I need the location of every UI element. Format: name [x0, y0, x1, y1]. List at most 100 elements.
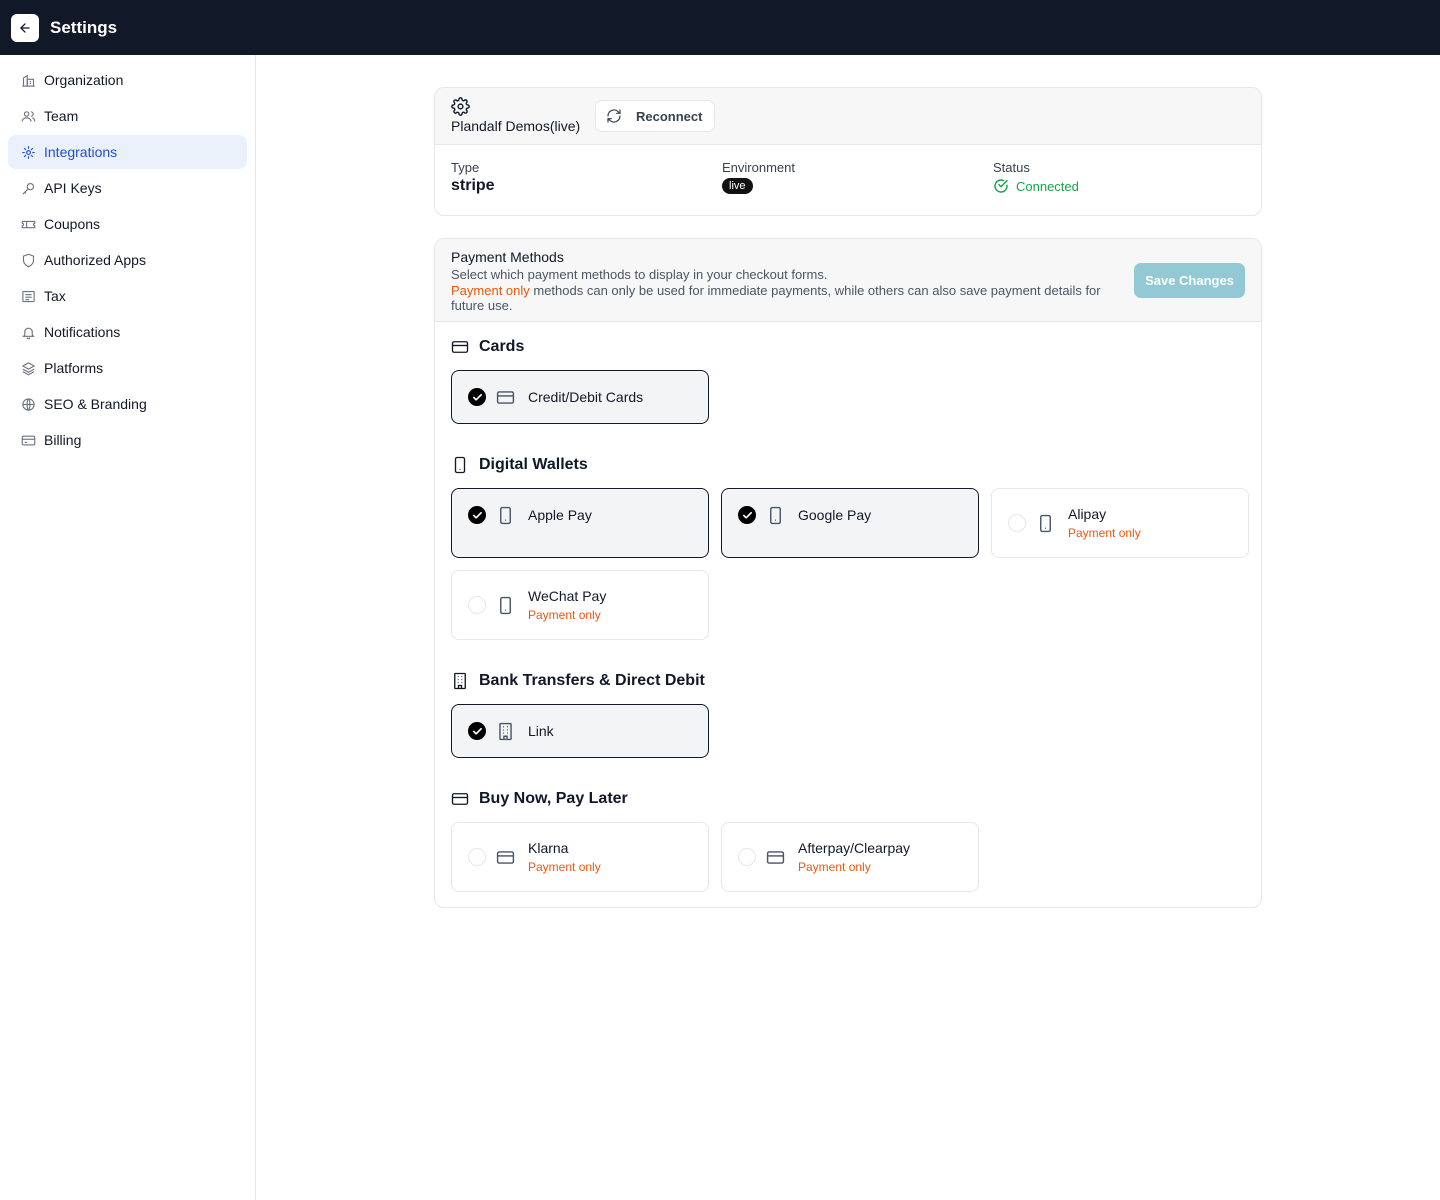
layers-icon [20, 360, 36, 376]
option-label: WeChat Pay [528, 588, 607, 604]
sidebar-item-label: Billing [44, 432, 82, 448]
section-cards: Cards [451, 338, 524, 356]
save-changes-button[interactable]: Save Changes [1134, 263, 1245, 298]
sidebar: Organization Team Integrations API Keys … [0, 55, 256, 1200]
checkbox[interactable] [1008, 514, 1026, 532]
credit-card-icon [496, 388, 515, 407]
ticket-icon [20, 216, 36, 232]
checkbox[interactable] [738, 506, 756, 524]
credit-card-icon [20, 432, 36, 448]
option-label: Apple Pay [528, 507, 592, 523]
sidebar-item-seo-branding[interactable]: SEO & Branding [8, 387, 247, 421]
back-button[interactable] [11, 13, 39, 42]
sidebar-item-label: Integrations [44, 144, 118, 160]
section-digital-wallets: Digital Wallets [451, 456, 588, 474]
section-title: Cards [479, 338, 525, 355]
option-wechat-pay[interactable]: WeChat Pay Payment only [451, 570, 709, 640]
sidebar-item-label: Tax [44, 288, 66, 304]
status-badge: Connected [993, 178, 1079, 194]
top-bar: Settings [0, 0, 1440, 55]
smartphone-icon [496, 596, 515, 615]
credit-card-icon [766, 848, 785, 867]
payment-methods-description: Select which payment methods to display … [451, 267, 828, 282]
reconnect-button[interactable]: Reconnect [595, 100, 715, 132]
status-label: Status [993, 160, 1030, 175]
sidebar-item-label: API Keys [44, 180, 102, 196]
checkbox[interactable] [468, 848, 486, 866]
building-icon [20, 72, 36, 88]
checkbox[interactable] [468, 506, 486, 524]
checkbox[interactable] [468, 388, 486, 406]
refresh-icon [607, 109, 621, 123]
option-label: Alipay [1068, 506, 1107, 522]
section-title: Buy Now, Pay Later [479, 790, 628, 807]
option-google-pay[interactable]: Google Pay [721, 488, 979, 558]
status-column: Status Connected [993, 160, 1079, 194]
smartphone-icon [496, 506, 515, 525]
building-icon [454, 672, 466, 690]
sidebar-item-billing[interactable]: Billing [8, 423, 247, 457]
plug-icon [20, 144, 36, 160]
payment-only-highlight: Payment only [451, 283, 530, 298]
sidebar-item-platforms[interactable]: Platforms [8, 351, 247, 385]
checkbox[interactable] [468, 722, 486, 740]
option-label: Google Pay [798, 507, 872, 523]
credit-card-icon [496, 848, 515, 867]
smartphone-icon [1036, 514, 1055, 533]
check-icon [472, 511, 482, 519]
key-icon [20, 180, 36, 196]
shield-icon [20, 252, 36, 268]
checkbox[interactable] [468, 596, 486, 614]
sidebar-item-notifications[interactable]: Notifications [8, 315, 247, 349]
connection-card: Plandalf Demos(live) Reconnect Type stri… [434, 87, 1262, 216]
sidebar-item-label: Coupons [44, 216, 101, 232]
sidebar-item-label: Platforms [44, 360, 104, 376]
payment-only-note: Payment only [1068, 526, 1141, 540]
payment-only-note: Payment only [528, 860, 601, 874]
option-label: Afterpay/Clearpay [798, 840, 911, 856]
connection-header: Plandalf Demos(live) Reconnect [435, 88, 1261, 145]
checkbox[interactable] [738, 848, 756, 866]
page-title: Settings [50, 17, 118, 37]
sidebar-item-label: Organization [44, 72, 124, 88]
receipt-icon [20, 288, 36, 304]
environment-badge: live [722, 178, 753, 194]
building-icon [496, 722, 515, 741]
sidebar-item-organization[interactable]: Organization [8, 63, 247, 97]
section-title: Digital Wallets [479, 456, 588, 473]
check-icon [472, 393, 482, 401]
option-apple-pay[interactable]: Apple Pay [451, 488, 709, 558]
sidebar-item-integrations[interactable]: Integrations [8, 135, 247, 169]
sidebar-item-authorized-apps[interactable]: Authorized Apps [8, 243, 247, 277]
option-link[interactable]: Link [451, 704, 709, 758]
option-klarna[interactable]: Klarna Payment only [451, 822, 709, 892]
check-icon [742, 511, 752, 519]
environment-label: Environment [722, 160, 795, 175]
payment-methods-header: Payment Methods Select which payment met… [435, 239, 1261, 322]
sidebar-item-api-keys[interactable]: API Keys [8, 171, 247, 205]
connection-details: Type stripe Environment live Status Conn… [435, 145, 1261, 215]
option-label: Credit/Debit Cards [528, 389, 644, 405]
payment-methods-card: Payment Methods Select which payment met… [434, 238, 1262, 908]
globe-icon [20, 396, 36, 412]
type-value: stripe [451, 177, 495, 194]
option-credit-debit-cards[interactable]: Credit/Debit Cards [451, 370, 709, 424]
sidebar-item-tax[interactable]: Tax [8, 279, 247, 313]
section-title: Bank Transfers & Direct Debit [479, 672, 705, 689]
section-bank-transfers: Bank Transfers & Direct Debit [451, 672, 705, 690]
option-label: Link [528, 723, 554, 739]
sidebar-item-team[interactable]: Team [8, 99, 247, 133]
credit-card-icon [451, 793, 469, 805]
option-alipay[interactable]: Alipay Payment only [991, 488, 1249, 558]
sidebar-item-label: Authorized Apps [44, 252, 146, 268]
smartphone-icon [454, 456, 466, 474]
payment-only-note: Payment only [798, 860, 871, 874]
sidebar-item-label: Notifications [44, 324, 121, 340]
payment-only-note: Payment only [528, 608, 601, 622]
option-afterpay-clearpay[interactable]: Afterpay/Clearpay Payment only [721, 822, 979, 892]
check-icon [472, 727, 482, 735]
arrow-left-icon [20, 22, 30, 33]
gear-icon [451, 97, 470, 116]
sidebar-item-coupons[interactable]: Coupons [8, 207, 247, 241]
status-value: Connected [1016, 178, 1079, 194]
